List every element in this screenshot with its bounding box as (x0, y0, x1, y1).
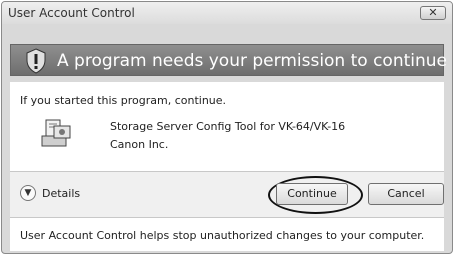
footer: User Account Control helps stop unauthor… (10, 217, 444, 251)
shield-icon (26, 48, 46, 74)
publisher-name: Canon Inc. (110, 138, 169, 151)
controls-area: ▼ Details Continue Cancel (10, 171, 444, 217)
continue-button[interactable]: Continue (276, 183, 348, 205)
title-bar: User Account Control ✕ (2, 2, 452, 24)
banner-message: A program needs your permission to conti… (57, 51, 448, 71)
cancel-button[interactable]: Cancel (368, 183, 444, 205)
window-title: User Account Control (8, 6, 135, 20)
program-name: Storage Server Config Tool for VK-64/VK-… (110, 120, 346, 133)
program-icon (41, 119, 71, 147)
uac-dialog: User Account Control ✕ A program needs y… (1, 1, 453, 254)
permission-banner: A program needs your permission to conti… (10, 44, 448, 76)
footer-text: User Account Control helps stop unauthor… (20, 229, 425, 242)
details-label: Details (42, 187, 81, 200)
close-button[interactable]: ✕ (420, 6, 446, 20)
intro-text: If you started this program, continue. (20, 94, 227, 107)
close-icon: ✕ (428, 6, 438, 19)
chevron-down-icon: ▼ (20, 185, 36, 201)
program-info: If you started this program, continue. S… (10, 82, 444, 171)
